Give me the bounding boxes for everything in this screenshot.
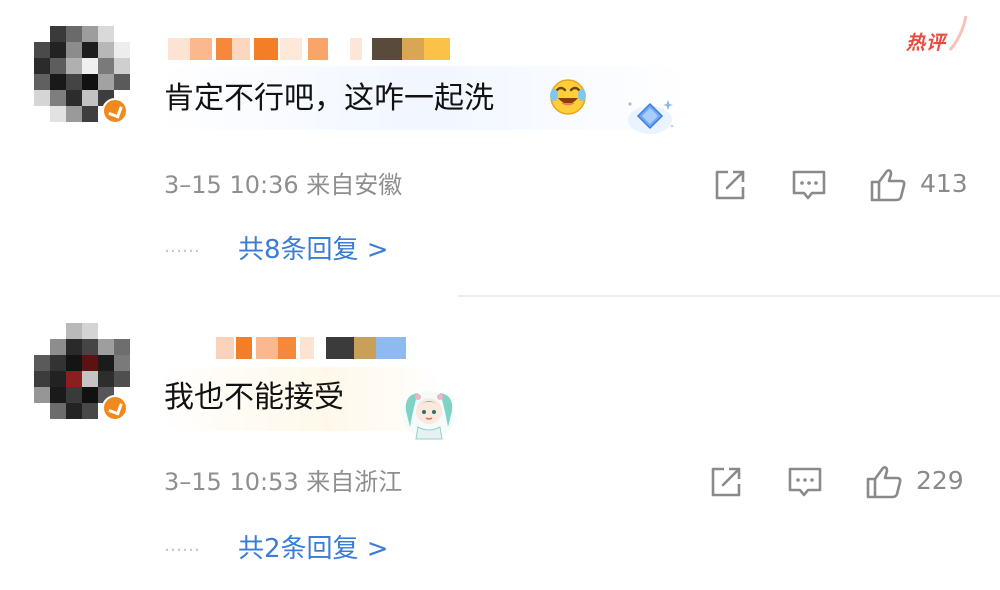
verified-badge-icon — [102, 98, 128, 124]
thumbs-up-icon — [870, 169, 906, 202]
comment-card: 肯定不行吧，这咋一起洗 热评 3–15 10:36 来自安徽 413 …… 共8… — [0, 0, 1000, 296]
comment-text: 肯定不行吧，这咋一起洗 — [164, 81, 494, 116]
diamond-sparkle-icon — [628, 100, 674, 134]
share-icon — [715, 170, 745, 200]
comment-text: 我也不能接受 — [164, 380, 344, 415]
replies-label: 共2条回复 > — [238, 534, 389, 564]
share-button[interactable] — [707, 463, 745, 501]
laughing-crying-emoji-icon — [550, 79, 586, 115]
avatar[interactable] — [34, 26, 130, 130]
comment-card: 我也不能接受 3–15 10:53 来自浙江 229 …… 共2条回复 > — [0, 297, 1000, 590]
verified-badge-icon — [102, 395, 128, 421]
reply-button[interactable] — [789, 166, 829, 204]
replies-dots: …… — [164, 535, 200, 556]
replies-label: 共8条回复 > — [238, 235, 389, 265]
like-count: 229 — [916, 466, 964, 495]
comment-icon — [788, 467, 822, 497]
like-button[interactable]: 413 — [868, 166, 978, 204]
replies-dots: …… — [164, 236, 200, 257]
like-count: 413 — [920, 169, 968, 198]
username-obscured[interactable] — [168, 38, 468, 60]
thumbs-up-icon — [866, 466, 902, 499]
comment-meta: 3–15 10:53 来自浙江 — [164, 468, 403, 496]
like-button[interactable]: 229 — [864, 463, 974, 501]
avatar[interactable] — [34, 323, 130, 427]
comment-meta: 3–15 10:36 来自安徽 — [164, 171, 403, 199]
reply-button[interactable] — [785, 463, 825, 501]
share-button[interactable] — [711, 166, 749, 204]
username-obscured[interactable] — [216, 337, 426, 359]
share-icon — [711, 467, 741, 497]
anime-character-sticker-icon — [403, 391, 455, 440]
hot-badge-flare-icon — [948, 15, 968, 51]
comment-icon — [792, 170, 826, 200]
hot-comment-badge: 热评 — [906, 32, 947, 54]
